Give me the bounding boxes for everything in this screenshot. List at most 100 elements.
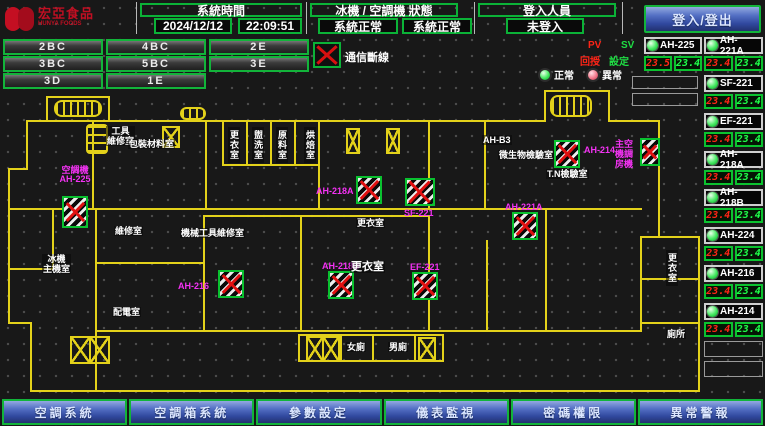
elevator-icon	[306, 336, 340, 362]
empty-slot	[632, 93, 698, 106]
equipment-ah214[interactable]: AH-214	[704, 303, 763, 320]
map-marker-ef221[interactable]	[412, 272, 438, 300]
stairs-icon	[54, 100, 102, 117]
room-label: 更衣室	[228, 127, 240, 163]
status-led	[707, 78, 718, 89]
brand-logo-icon	[4, 5, 34, 33]
status-led	[707, 230, 718, 241]
shaft-icon	[418, 337, 436, 361]
map-marker-ah218a[interactable]	[356, 176, 382, 204]
login-logout-button[interactable]: 登入/登出	[644, 5, 761, 33]
wall	[544, 90, 546, 122]
wall	[608, 120, 660, 122]
normal-led-icon	[540, 70, 550, 80]
pv-value: 23.4	[704, 56, 733, 71]
wall	[640, 236, 700, 238]
nav-alarm-button[interactable]: 異常警報	[638, 399, 763, 425]
nav-parameter-settings-button[interactable]: 參數設定	[256, 399, 381, 425]
status-led	[707, 306, 718, 317]
wall	[442, 334, 444, 362]
map-marker-ah221a[interactable]	[512, 212, 538, 240]
room-label: 冰機 主機室	[42, 254, 71, 274]
status-led	[707, 40, 718, 51]
wall	[294, 122, 296, 166]
room-label: 廁所	[666, 329, 686, 339]
nav-meter-monitor-button[interactable]: 儀表監視	[384, 399, 509, 425]
wall	[8, 168, 28, 170]
scada-hmi-screen: 宏亞食品 HUNYA FOODS 系統時間 2024/12/12 22:09:5…	[0, 0, 765, 426]
map-marker-label: 空調機 AH-225	[52, 166, 98, 184]
stairs-icon	[180, 107, 206, 120]
map-marker-ah216[interactable]	[218, 270, 244, 298]
abnormal-led-icon	[588, 70, 598, 80]
room-label: 更衣室	[666, 250, 678, 286]
equipment-ah218b[interactable]: AH-218B	[704, 189, 763, 206]
equipment-ef221[interactable]: EF-221	[704, 113, 763, 130]
wall	[372, 334, 374, 362]
sv-value: 23.4	[674, 56, 702, 71]
floor-button-1e[interactable]: 1E	[106, 73, 206, 89]
equipment-sf221[interactable]: SF-221	[704, 75, 763, 92]
equipment-name: AH-221A	[720, 35, 761, 57]
map-marker-ah225[interactable]	[62, 196, 88, 228]
floor-button-3e[interactable]: 3E	[209, 56, 309, 72]
status-led	[707, 116, 718, 127]
map-marker-ac-room[interactable]	[640, 138, 660, 166]
nav-password-permission-button[interactable]: 密碼權限	[511, 399, 636, 425]
equipment-ah221a[interactable]: AH-221A	[704, 37, 763, 54]
equipment-ah225[interactable]: AH-225	[644, 37, 702, 54]
wall	[608, 90, 610, 122]
system-time-label: 系統時間	[140, 3, 302, 17]
wall	[26, 120, 28, 170]
brand-logo: 宏亞食品 HUNYA FOODS	[4, 2, 114, 35]
wall	[640, 236, 642, 332]
equipment-ah224[interactable]: AH-224	[704, 227, 763, 244]
shaft-icon	[386, 128, 400, 154]
machine-status-label: 冰機 / 空調機 狀態	[310, 3, 458, 17]
map-marker-ah214[interactable]	[554, 140, 580, 168]
map-marker-label: EF-221	[410, 263, 440, 272]
system-date-value: 2024/12/12	[154, 18, 232, 34]
map-marker-sf221[interactable]	[405, 178, 435, 206]
pv-value: 23.4	[704, 284, 733, 299]
spiral-stairs-icon	[86, 124, 108, 154]
wall	[95, 262, 205, 264]
floor-button-5bc[interactable]: 5BC	[106, 56, 206, 72]
floor-button-4bc[interactable]: 4BC	[106, 39, 206, 55]
wall	[414, 334, 416, 362]
wall	[486, 240, 488, 332]
wall	[300, 215, 302, 332]
floor-button-2e[interactable]: 2E	[209, 39, 309, 55]
comm-offline-icon	[313, 42, 341, 68]
room-label: 盥洗室	[252, 127, 264, 163]
floor-button-3d[interactable]: 3D	[3, 73, 103, 89]
sv-value: 23.4	[735, 132, 764, 147]
nav-ahu-system-button[interactable]: 空調箱系統	[129, 399, 254, 425]
map-marker-ah218b[interactable]	[328, 271, 354, 299]
sv-value: 23.4	[735, 94, 764, 109]
wall	[46, 96, 48, 122]
legend-normal-label: 正常	[554, 67, 574, 82]
map-marker-label: AH-221A	[505, 203, 543, 212]
floor-button-3bc[interactable]: 3BC	[3, 56, 103, 72]
shaft-icon	[346, 128, 360, 154]
room-label: 機械工具維修室	[180, 228, 245, 238]
floor-button-2bc[interactable]: 2BC	[3, 39, 103, 55]
ac-status-value: 系統正常	[402, 18, 472, 34]
legend-normal: 正常	[540, 67, 574, 82]
equipment-ah216[interactable]: AH-216	[704, 265, 763, 282]
pv-value: 23.5	[644, 56, 672, 71]
nav-ac-system-button[interactable]: 空調系統	[2, 399, 127, 425]
equipment-ah218a[interactable]: AH-218A	[704, 151, 763, 168]
equipment-ah221a-values: 23.4 23.4	[704, 56, 763, 71]
room-label: 微生物檢驗室	[498, 150, 554, 160]
equipment-name: AH-224	[720, 230, 754, 241]
legend-abnormal: 異常	[588, 67, 622, 82]
map-marker-label: AH-214	[584, 146, 615, 155]
sv-legend: SV	[621, 40, 634, 51]
pv-value: 23.4	[704, 322, 733, 337]
header-divider	[306, 2, 307, 34]
equipment-ah225-values: 23.5 23.4	[644, 56, 702, 71]
wall	[222, 164, 320, 166]
status-led	[707, 192, 718, 203]
